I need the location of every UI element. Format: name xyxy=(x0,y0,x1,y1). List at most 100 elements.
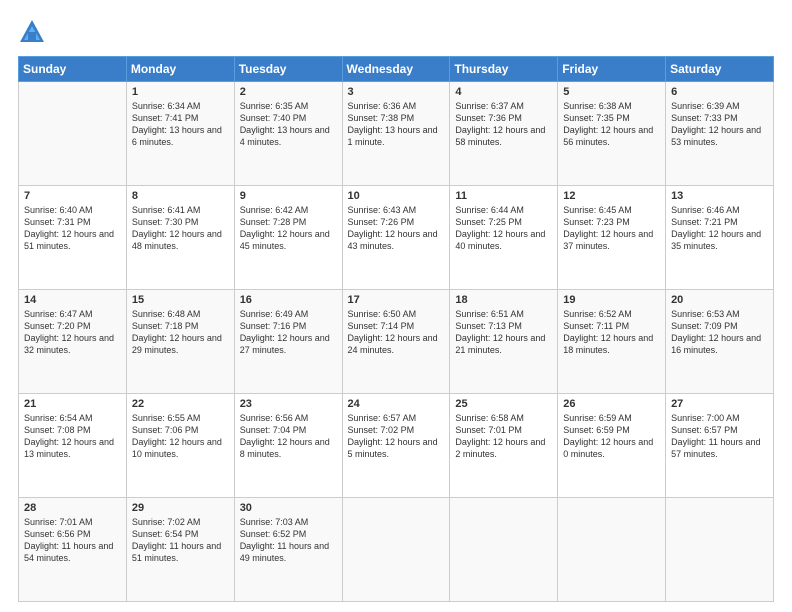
day-info: Sunrise: 6:39 AMSunset: 7:33 PMDaylight:… xyxy=(671,100,768,149)
day-info: Sunrise: 6:52 AMSunset: 7:11 PMDaylight:… xyxy=(563,308,660,357)
day-number: 6 xyxy=(671,86,768,98)
day-cell xyxy=(450,498,558,602)
week-row-5: 28 Sunrise: 7:01 AMSunset: 6:56 PMDayligh… xyxy=(19,498,774,602)
day-number: 16 xyxy=(240,294,337,306)
col-header-monday: Monday xyxy=(126,57,234,82)
day-cell: 17 Sunrise: 6:50 AMSunset: 7:14 PMDayligh… xyxy=(342,290,450,394)
day-info: Sunrise: 6:53 AMSunset: 7:09 PMDaylight:… xyxy=(671,308,768,357)
logo xyxy=(18,18,50,46)
day-number: 15 xyxy=(132,294,229,306)
day-cell: 29 Sunrise: 7:02 AMSunset: 6:54 PMDayligh… xyxy=(126,498,234,602)
day-cell: 1 Sunrise: 6:34 AMSunset: 7:41 PMDaylight… xyxy=(126,82,234,186)
day-info: Sunrise: 6:55 AMSunset: 7:06 PMDaylight:… xyxy=(132,412,229,461)
day-cell xyxy=(342,498,450,602)
day-number: 8 xyxy=(132,190,229,202)
day-number: 23 xyxy=(240,398,337,410)
day-info: Sunrise: 6:51 AMSunset: 7:13 PMDaylight:… xyxy=(455,308,552,357)
day-cell: 8 Sunrise: 6:41 AMSunset: 7:30 PMDaylight… xyxy=(126,186,234,290)
day-cell: 18 Sunrise: 6:51 AMSunset: 7:13 PMDayligh… xyxy=(450,290,558,394)
day-cell: 10Sunrise: 6:43 AMSunset: 7:26 PMDayligh… xyxy=(342,186,450,290)
day-cell xyxy=(19,82,127,186)
day-info: Sunrise: 6:46 AMSunset: 7:21 PMDaylight:… xyxy=(671,204,768,253)
day-cell: 23Sunrise: 6:56 AMSunset: 7:04 PMDayligh… xyxy=(234,394,342,498)
day-number: 2 xyxy=(240,86,337,98)
day-info: Sunrise: 6:54 AMSunset: 7:08 PMDaylight:… xyxy=(24,412,121,461)
day-info: Sunrise: 6:48 AMSunset: 7:18 PMDaylight:… xyxy=(132,308,229,357)
day-number: 30 xyxy=(240,502,337,514)
day-number: 25 xyxy=(455,398,552,410)
page: SundayMondayTuesdayWednesdayThursdayFrid… xyxy=(0,0,792,612)
day-info: Sunrise: 6:34 AMSunset: 7:41 PMDaylight:… xyxy=(132,100,229,149)
week-row-2: 7 Sunrise: 6:40 AMSunset: 7:31 PMDaylight… xyxy=(19,186,774,290)
day-number: 11 xyxy=(455,190,552,202)
day-cell: 5 Sunrise: 6:38 AMSunset: 7:35 PMDaylight… xyxy=(558,82,666,186)
day-info: Sunrise: 6:36 AMSunset: 7:38 PMDaylight:… xyxy=(348,100,445,149)
day-number: 3 xyxy=(348,86,445,98)
day-cell: 3 Sunrise: 6:36 AMSunset: 7:38 PMDaylight… xyxy=(342,82,450,186)
day-number: 4 xyxy=(455,86,552,98)
week-row-4: 21 Sunrise: 6:54 AMSunset: 7:08 PMDayligh… xyxy=(19,394,774,498)
day-number: 5 xyxy=(563,86,660,98)
col-header-sunday: Sunday xyxy=(19,57,127,82)
day-number: 21 xyxy=(24,398,121,410)
day-cell: 15 Sunrise: 6:48 AMSunset: 7:18 PMDayligh… xyxy=(126,290,234,394)
day-cell: 20 Sunrise: 6:53 AMSunset: 7:09 PMDayligh… xyxy=(666,290,774,394)
day-info: Sunrise: 6:47 AMSunset: 7:20 PMDaylight:… xyxy=(24,308,121,357)
day-number: 27 xyxy=(671,398,768,410)
day-cell: 2 Sunrise: 6:35 AMSunset: 7:40 PMDaylight… xyxy=(234,82,342,186)
day-cell: 16 Sunrise: 6:49 AMSunset: 7:16 PMDayligh… xyxy=(234,290,342,394)
day-cell: 25Sunrise: 6:58 AMSunset: 7:01 PMDayligh… xyxy=(450,394,558,498)
day-info: Sunrise: 6:59 AMSunset: 6:59 PMDaylight:… xyxy=(563,412,660,461)
day-number: 22 xyxy=(132,398,229,410)
day-info: Sunrise: 6:35 AMSunset: 7:40 PMDaylight:… xyxy=(240,100,337,149)
day-number: 14 xyxy=(24,294,121,306)
day-cell: 26Sunrise: 6:59 AMSunset: 6:59 PMDayligh… xyxy=(558,394,666,498)
col-header-wednesday: Wednesday xyxy=(342,57,450,82)
day-info: Sunrise: 6:45 AMSunset: 7:23 PMDaylight:… xyxy=(563,204,660,253)
day-info: Sunrise: 6:42 AMSunset: 7:28 PMDaylight:… xyxy=(240,204,337,253)
header xyxy=(18,18,774,46)
logo-icon xyxy=(18,18,46,46)
day-cell: 12Sunrise: 6:45 AMSunset: 7:23 PMDayligh… xyxy=(558,186,666,290)
day-info: Sunrise: 7:00 AMSunset: 6:57 PMDaylight:… xyxy=(671,412,768,461)
day-cell: 11 Sunrise: 6:44 AMSunset: 7:25 PMDayligh… xyxy=(450,186,558,290)
day-info: Sunrise: 6:44 AMSunset: 7:25 PMDaylight:… xyxy=(455,204,552,253)
day-info: Sunrise: 6:37 AMSunset: 7:36 PMDaylight:… xyxy=(455,100,552,149)
col-header-tuesday: Tuesday xyxy=(234,57,342,82)
day-cell: 30 Sunrise: 7:03 AMSunset: 6:52 PMDayligh… xyxy=(234,498,342,602)
day-info: Sunrise: 6:40 AMSunset: 7:31 PMDaylight:… xyxy=(24,204,121,253)
week-row-3: 14 Sunrise: 6:47 AMSunset: 7:20 PMDayligh… xyxy=(19,290,774,394)
day-number: 24 xyxy=(348,398,445,410)
day-cell: 4 Sunrise: 6:37 AMSunset: 7:36 PMDaylight… xyxy=(450,82,558,186)
day-info: Sunrise: 7:02 AMSunset: 6:54 PMDaylight:… xyxy=(132,516,229,565)
day-number: 18 xyxy=(455,294,552,306)
day-cell: 22 Sunrise: 6:55 AMSunset: 7:06 PMDayligh… xyxy=(126,394,234,498)
day-number: 29 xyxy=(132,502,229,514)
day-info: Sunrise: 7:01 AMSunset: 6:56 PMDaylight:… xyxy=(24,516,121,565)
day-cell: 19 Sunrise: 6:52 AMSunset: 7:11 PMDayligh… xyxy=(558,290,666,394)
day-cell: 14 Sunrise: 6:47 AMSunset: 7:20 PMDayligh… xyxy=(19,290,127,394)
day-number: 19 xyxy=(563,294,660,306)
col-header-friday: Friday xyxy=(558,57,666,82)
day-info: Sunrise: 6:41 AMSunset: 7:30 PMDaylight:… xyxy=(132,204,229,253)
day-number: 28 xyxy=(24,502,121,514)
calendar-table: SundayMondayTuesdayWednesdayThursdayFrid… xyxy=(18,56,774,602)
day-cell: 24Sunrise: 6:57 AMSunset: 7:02 PMDayligh… xyxy=(342,394,450,498)
day-cell: 27 Sunrise: 7:00 AMSunset: 6:57 PMDayligh… xyxy=(666,394,774,498)
day-info: Sunrise: 7:03 AMSunset: 6:52 PMDaylight:… xyxy=(240,516,337,565)
day-number: 17 xyxy=(348,294,445,306)
day-number: 7 xyxy=(24,190,121,202)
day-info: Sunrise: 6:49 AMSunset: 7:16 PMDaylight:… xyxy=(240,308,337,357)
day-info: Sunrise: 6:43 AMSunset: 7:26 PMDaylight:… xyxy=(348,204,445,253)
day-info: Sunrise: 6:50 AMSunset: 7:14 PMDaylight:… xyxy=(348,308,445,357)
day-cell: 13Sunrise: 6:46 AMSunset: 7:21 PMDayligh… xyxy=(666,186,774,290)
day-number: 9 xyxy=(240,190,337,202)
day-cell xyxy=(558,498,666,602)
day-number: 20 xyxy=(671,294,768,306)
week-row-1: 1 Sunrise: 6:34 AMSunset: 7:41 PMDaylight… xyxy=(19,82,774,186)
day-cell: 28 Sunrise: 7:01 AMSunset: 6:56 PMDayligh… xyxy=(19,498,127,602)
calendar-header-row: SundayMondayTuesdayWednesdayThursdayFrid… xyxy=(19,57,774,82)
day-info: Sunrise: 6:38 AMSunset: 7:35 PMDaylight:… xyxy=(563,100,660,149)
day-cell xyxy=(666,498,774,602)
day-number: 1 xyxy=(132,86,229,98)
